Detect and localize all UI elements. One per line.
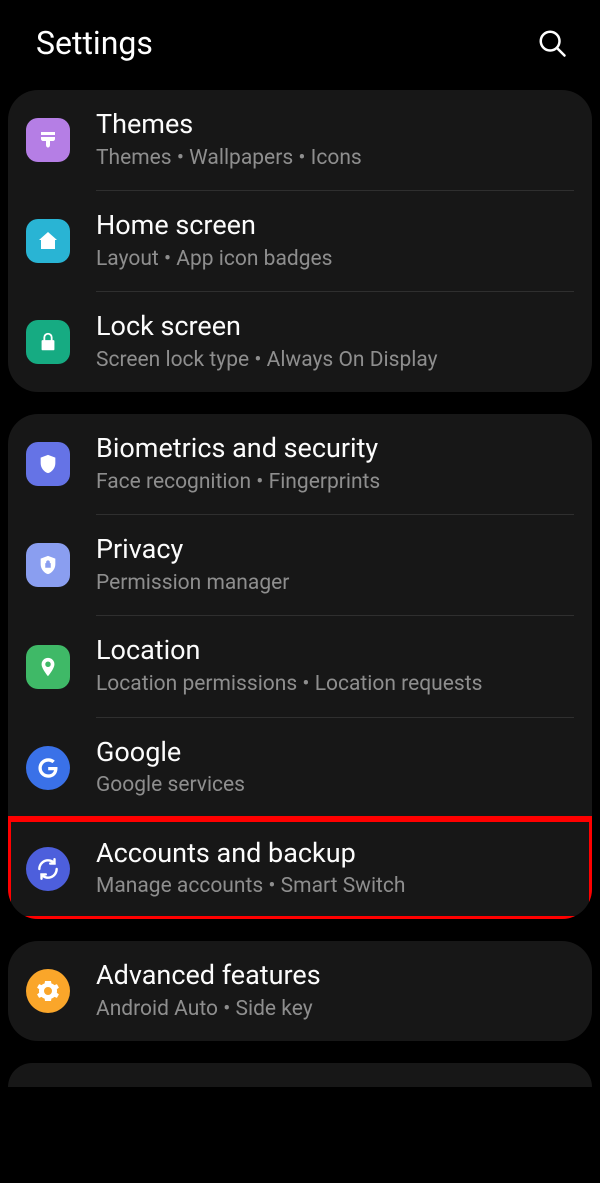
header: Settings xyxy=(0,0,600,90)
item-content: Location Location permissions • Location… xyxy=(96,634,572,698)
shield-icon xyxy=(26,442,70,486)
search-button[interactable] xyxy=(534,25,570,61)
item-subtitle: Location permissions • Location requests xyxy=(96,670,572,698)
location-pin-icon xyxy=(26,645,70,689)
item-subtitle: Face recognition • Fingerprints xyxy=(96,468,572,496)
item-title: Google xyxy=(96,736,572,770)
item-content: Biometrics and security Face recognition… xyxy=(96,432,572,496)
settings-group-security: Biometrics and security Face recognition… xyxy=(8,414,592,918)
item-content: Themes Themes • Wallpapers • Icons xyxy=(96,108,572,172)
settings-item-location[interactable]: Location Location permissions • Location… xyxy=(8,616,592,716)
settings-item-lock-screen[interactable]: Lock screen Screen lock type • Always On… xyxy=(8,292,592,392)
item-content: Home screen Layout • App icon badges xyxy=(96,209,572,273)
item-subtitle: Google services xyxy=(96,771,572,799)
privacy-shield-icon xyxy=(26,543,70,587)
sync-icon xyxy=(26,847,70,891)
home-icon xyxy=(26,219,70,263)
item-title: Advanced features xyxy=(96,959,572,993)
page-title: Settings xyxy=(36,24,153,62)
settings-item-accounts-backup[interactable]: Accounts and backup Manage accounts • Sm… xyxy=(8,819,592,919)
google-icon xyxy=(26,746,70,790)
item-title: Themes xyxy=(96,108,572,142)
settings-item-google[interactable]: Google Google services xyxy=(8,718,592,818)
settings-item-biometrics[interactable]: Biometrics and security Face recognition… xyxy=(8,414,592,514)
settings-item-themes[interactable]: Themes Themes • Wallpapers • Icons xyxy=(8,90,592,190)
item-subtitle: Screen lock type • Always On Display xyxy=(96,346,572,374)
item-content: Advanced features Android Auto • Side ke… xyxy=(96,959,572,1023)
item-content: Google Google services xyxy=(96,736,572,800)
item-title: Privacy xyxy=(96,533,572,567)
settings-item-privacy[interactable]: Privacy Permission manager xyxy=(8,515,592,615)
item-subtitle: Themes • Wallpapers • Icons xyxy=(96,144,572,172)
item-content: Lock screen Screen lock type • Always On… xyxy=(96,310,572,374)
item-title: Accounts and backup xyxy=(96,837,572,871)
item-content: Privacy Permission manager xyxy=(96,533,572,597)
settings-group-display: Themes Themes • Wallpapers • Icons Home … xyxy=(8,90,592,392)
themes-icon xyxy=(26,118,70,162)
item-subtitle: Android Auto • Side key xyxy=(96,995,572,1023)
item-title: Biometrics and security xyxy=(96,432,572,466)
search-icon xyxy=(537,28,567,58)
item-title: Lock screen xyxy=(96,310,572,344)
lock-icon xyxy=(26,320,70,364)
settings-group-partial xyxy=(8,1063,592,1087)
gear-icon xyxy=(26,969,70,1013)
settings-item-home-screen[interactable]: Home screen Layout • App icon badges xyxy=(8,191,592,291)
item-subtitle: Manage accounts • Smart Switch xyxy=(96,872,572,900)
item-subtitle: Layout • App icon badges xyxy=(96,245,572,273)
item-title: Location xyxy=(96,634,572,668)
settings-item-advanced-features[interactable]: Advanced features Android Auto • Side ke… xyxy=(8,941,592,1041)
item-content: Accounts and backup Manage accounts • Sm… xyxy=(96,837,572,901)
settings-group-advanced: Advanced features Android Auto • Side ke… xyxy=(8,941,592,1041)
item-subtitle: Permission manager xyxy=(96,569,572,597)
item-title: Home screen xyxy=(96,209,572,243)
highlighted-item: Accounts and backup Manage accounts • Sm… xyxy=(8,819,592,919)
